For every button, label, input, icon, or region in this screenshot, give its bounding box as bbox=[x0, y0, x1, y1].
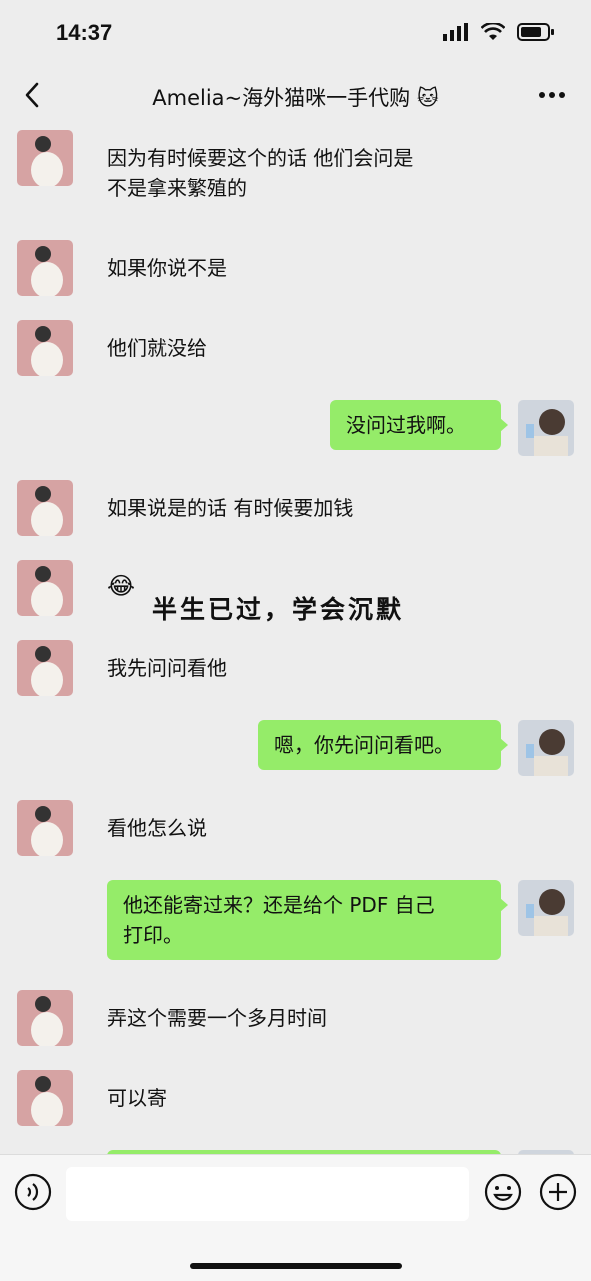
contact-avatar[interactable] bbox=[17, 480, 73, 536]
contact-avatar[interactable] bbox=[17, 640, 73, 696]
chat-title: Amelia~海外猫咪一手代购 🐱 bbox=[152, 86, 439, 110]
contact-avatar[interactable] bbox=[17, 800, 73, 856]
my-message-bubble[interactable]: 他还能寄过来？还是给个 PDF 自己 打印。 bbox=[107, 880, 508, 960]
signal-icon bbox=[443, 23, 468, 41]
status-time: 14:37 bbox=[56, 20, 113, 45]
message-text: 弄这个需要一个多月时间 bbox=[107, 1006, 327, 1030]
contact-avatar[interactable] bbox=[17, 130, 73, 186]
contact-avatar[interactable] bbox=[17, 1070, 73, 1126]
battery-icon bbox=[517, 23, 554, 41]
message-text: 打印。 bbox=[123, 923, 183, 947]
message-text: 因为有时候要这个的话 他们会问是 bbox=[107, 146, 414, 170]
message-text: 如果你说不是 bbox=[107, 256, 227, 280]
my-avatar[interactable] bbox=[518, 720, 574, 776]
message-text: 可以寄 bbox=[107, 1086, 167, 1110]
message-text: 他们就没给 bbox=[107, 336, 207, 360]
plus-icon[interactable] bbox=[539, 1173, 577, 1211]
wifi-icon bbox=[481, 23, 505, 40]
status-icons bbox=[443, 22, 555, 42]
my-message-bubble[interactable]: 嗯，你先问问看吧。 bbox=[258, 720, 508, 770]
sticker-text[interactable]: 半生已过，学会沉默 bbox=[152, 590, 404, 626]
status-bar: 14:37 bbox=[0, 0, 591, 68]
message-text: 嗯，你先问问看吧。 bbox=[274, 733, 454, 757]
message-input[interactable] bbox=[66, 1167, 469, 1221]
my-avatar[interactable] bbox=[518, 400, 574, 456]
message-text: 如果说是的话 有时候要加钱 bbox=[107, 496, 354, 520]
my-message-bubble[interactable]: 没问过我啊。 bbox=[330, 400, 508, 450]
home-indicator bbox=[190, 1263, 402, 1269]
message-text: 我先问问看他 bbox=[107, 656, 227, 680]
emoji-icon[interactable] bbox=[484, 1173, 522, 1211]
input-bar bbox=[0, 1154, 591, 1281]
contact-avatar[interactable] bbox=[17, 240, 73, 296]
message-text: 没问过我啊。 bbox=[346, 413, 466, 437]
chat-header: Amelia~海外猫咪一手代购 🐱 bbox=[0, 68, 591, 126]
contact-avatar[interactable] bbox=[17, 320, 73, 376]
message-text: 不是拿来繁殖的 bbox=[107, 176, 247, 200]
sticker-emoji: 😂 bbox=[107, 572, 136, 600]
message-text: 他还能寄过来？还是给个 PDF 自己 bbox=[123, 893, 435, 917]
contact-avatar[interactable] bbox=[17, 990, 73, 1046]
chevron-left-icon[interactable] bbox=[18, 78, 48, 112]
voice-icon[interactable] bbox=[14, 1173, 52, 1211]
more-dots-icon[interactable] bbox=[535, 80, 569, 110]
contact-avatar[interactable] bbox=[17, 560, 73, 616]
message-list[interactable]: 因为有时候要这个的话 他们会问是 不是拿来繁殖的 如果你说不是 他们就没给 没问… bbox=[0, 126, 591, 1154]
my-avatar[interactable] bbox=[518, 880, 574, 936]
message-text: 看他怎么说 bbox=[107, 816, 207, 840]
